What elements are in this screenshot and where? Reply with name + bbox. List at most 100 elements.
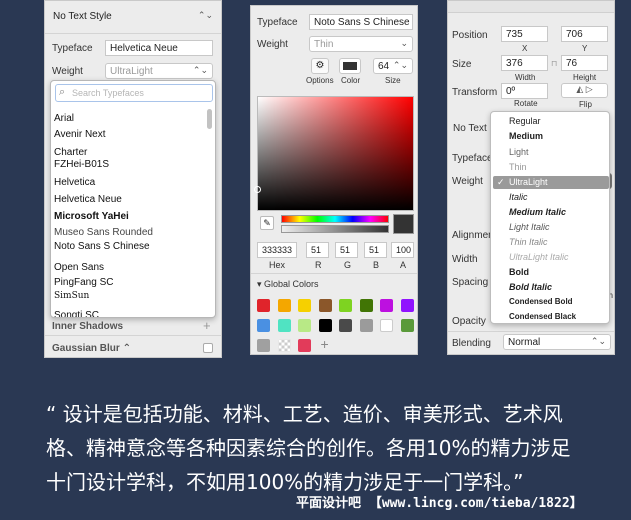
color-swatch[interactable] — [318, 319, 332, 332]
width-input[interactable]: 376 — [501, 55, 548, 71]
alpha-slider[interactable] — [281, 225, 389, 233]
y-input[interactable]: 706 — [561, 26, 608, 42]
color-swatch[interactable] — [257, 319, 270, 332]
gaussian-blur-text: Gaussian Blur — [52, 343, 120, 354]
lock-icon[interactable]: ⊓ — [551, 59, 557, 68]
weight-option[interactable]: Thin Italic — [509, 237, 548, 247]
add-icon[interactable]: + — [203, 318, 211, 333]
color-swatch[interactable] — [257, 339, 270, 352]
font-item[interactable]: Avenir Next — [54, 129, 106, 140]
weight-option[interactable]: Thin — [509, 162, 527, 172]
flip-label: Flip — [579, 100, 592, 109]
color-well-button[interactable] — [339, 58, 361, 74]
chevron-down-icon: ⌄ — [400, 38, 408, 48]
color-swatch[interactable] — [339, 319, 352, 332]
weight-select[interactable]: UltraLight ⌃⌄ — [105, 63, 213, 79]
spacing-label: Spacing — [452, 277, 489, 288]
weight-option[interactable]: Bold — [509, 267, 529, 277]
weight-label: Weight — [257, 39, 288, 50]
eyedropper-icon[interactable]: ✎ — [260, 216, 274, 230]
color-swatch[interactable] — [380, 299, 393, 312]
b-input[interactable]: 51 — [364, 242, 387, 258]
color-swatch[interactable] — [277, 319, 291, 332]
weight-option[interactable]: Light Italic — [509, 222, 550, 232]
width-value: 376 — [506, 58, 523, 69]
flip-buttons[interactable]: ◭ ▷ — [561, 83, 608, 98]
height-input[interactable]: 76 — [561, 55, 608, 71]
scrollbar[interactable] — [207, 109, 212, 129]
gaussian-blur-checkbox[interactable] — [203, 343, 213, 353]
color-swatch[interactable] — [298, 319, 311, 332]
a-value: 100 — [396, 245, 412, 255]
color-well-fill — [343, 62, 357, 70]
blending-select[interactable]: Normal ⌃⌄ — [503, 334, 611, 350]
color-swatch[interactable] — [298, 339, 311, 352]
rotate-input[interactable]: 0º — [501, 83, 548, 99]
hex-value: 333333 — [262, 245, 293, 255]
font-item[interactable]: FZHei-B01S — [54, 159, 109, 170]
color-swatch[interactable] — [277, 299, 291, 312]
font-item[interactable]: Arial — [54, 113, 74, 124]
color-swatch[interactable] — [339, 299, 352, 312]
r-input[interactable]: 51 — [306, 242, 329, 258]
a-input[interactable]: 100 — [391, 242, 414, 258]
g-input[interactable]: 51 — [335, 242, 358, 258]
color-swatch[interactable] — [277, 339, 291, 352]
saturation-brightness-picker[interactable] — [254, 96, 414, 211]
weight-option[interactable]: Condensed Bold — [509, 297, 573, 306]
x-label: X — [522, 44, 528, 53]
weight-option[interactable]: UltraLight Italic — [509, 252, 569, 262]
x-input[interactable]: 735 — [501, 26, 548, 42]
color-swatch[interactable] — [400, 299, 414, 312]
search-placeholder: Search Typefaces — [72, 88, 144, 98]
color-swatch[interactable] — [400, 319, 414, 332]
weight-select[interactable]: Thin ⌄ — [309, 36, 413, 52]
gear-icon[interactable]: ⚙ — [311, 58, 329, 74]
font-item[interactable]: Microsoft YaHei — [54, 211, 129, 222]
font-item[interactable]: Helvetica Neue — [54, 194, 122, 205]
font-item[interactable]: Noto Sans S Chinese — [54, 241, 150, 252]
color-swatch[interactable] — [318, 299, 332, 312]
b-label: B — [373, 260, 380, 270]
transform-label: Transform — [452, 87, 498, 98]
weight-option[interactable]: Medium — [509, 131, 543, 141]
weight-option[interactable]: Bold Italic — [509, 282, 552, 292]
weight-option[interactable]: Medium Italic — [509, 207, 566, 217]
weight-option[interactable]: Regular — [509, 116, 541, 126]
color-swatch[interactable] — [380, 319, 393, 332]
weight-option[interactable]: Light — [509, 147, 529, 157]
font-item[interactable]: Open Sans — [54, 262, 104, 273]
weight-option-selected[interactable]: UltraLight — [509, 177, 548, 187]
r-label: R — [315, 260, 322, 270]
color-swatch[interactable] — [359, 299, 373, 312]
add-color-icon[interactable]: + — [321, 336, 329, 352]
blending-value: Normal — [508, 337, 541, 348]
font-item[interactable]: Songti SC — [54, 310, 99, 317]
typeface-field[interactable]: Helvetica Neue — [105, 40, 213, 56]
gaussian-blur-label[interactable]: Gaussian Blur ⌃ — [52, 343, 131, 354]
a-label: A — [400, 260, 407, 270]
text-style-value: No Text Style — [53, 11, 112, 22]
color-swatch[interactable] — [298, 299, 311, 312]
font-item[interactable]: Helvetica — [54, 177, 95, 188]
hex-input[interactable]: 333333 — [257, 242, 297, 258]
typeface-field[interactable]: Noto Sans S Chinese — [309, 14, 413, 30]
font-item[interactable]: SimSun — [54, 291, 89, 301]
x-value: 735 — [506, 29, 523, 40]
size-select[interactable]: 64 ⌃⌄ — [373, 58, 413, 74]
weight-option[interactable]: Italic — [509, 192, 528, 202]
font-item[interactable]: Charter — [54, 147, 87, 158]
color-swatch[interactable] — [359, 319, 373, 332]
weight-option[interactable]: Condensed Black — [509, 312, 576, 321]
font-item[interactable]: PingFang SC — [54, 277, 113, 288]
y-label: Y — [582, 44, 588, 53]
hue-slider[interactable] — [281, 215, 389, 223]
picker-handle[interactable] — [254, 186, 261, 193]
font-item[interactable]: Museo Sans Rounded — [54, 227, 153, 238]
color-swatch[interactable] — [257, 299, 270, 312]
global-colors-toggle[interactable]: ▾ Global Colors — [257, 279, 319, 290]
search-typefaces-input[interactable]: ⌕ Search Typefaces — [55, 84, 213, 102]
weight-value: Thin — [314, 39, 334, 50]
chevron-updown-icon: ⌃⌄ — [197, 10, 213, 20]
text-style-select[interactable]: No Text Style ⌃⌄ — [49, 9, 217, 25]
